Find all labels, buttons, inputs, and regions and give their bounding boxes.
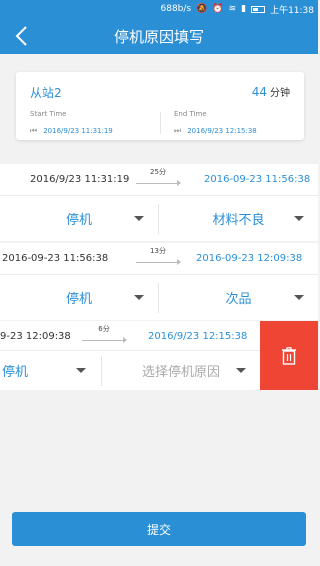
type-select[interactable]: 停机 <box>0 275 158 320</box>
record-select-row: 停机 选择停机原因 <box>0 351 260 390</box>
clock: 上午11:38 <box>270 5 314 16</box>
reason-select-value: 材料不良 <box>212 213 265 228</box>
submit-button[interactable]: 提交 <box>12 512 306 546</box>
type-select-value: 停机 <box>65 292 92 307</box>
type-select[interactable]: 停机 <box>0 196 158 241</box>
battery-icon <box>251 5 266 13</box>
page-title: 停机原因填写 <box>113 27 204 46</box>
start-time: ⏮ 2016/9/23 11:31:19 <box>30 126 113 136</box>
reason-select-value: 次品 <box>225 292 252 307</box>
divider <box>160 112 161 134</box>
station-name: 从站2 <box>30 86 62 100</box>
record-time-row: 2016-09-23 11:56:38 13分 2016-09-23 12:09… <box>0 243 318 275</box>
end-time-label: End Time <box>174 110 207 118</box>
record-end-time: 2016-09-23 12:09:38 <box>196 253 303 264</box>
summary-card: 从站2 44 分钟 Start Time End Time ⏮ 2016/9/23 … <box>16 72 304 140</box>
type-select-value: 停机 <box>65 213 92 228</box>
total-duration: 44 分钟 <box>252 84 290 99</box>
reason-select[interactable]: 材料不良 <box>159 196 318 241</box>
caret-down-icon <box>76 368 86 373</box>
record-gap: 13分 <box>136 246 181 265</box>
arrow-right-icon <box>82 335 127 343</box>
title-bar: 停机原因填写 <box>0 18 318 54</box>
wifi-icon: ≋ <box>228 3 237 14</box>
signal-icon: ▮ <box>241 3 247 14</box>
status-bar: 688b/s 🔕 ⏰ ≋ ▮ 上午11:38 <box>0 0 318 18</box>
end-time: ⏭ 2016/9/23 12:15:38 <box>174 126 257 136</box>
start-time-value: 2016/9/23 11:31:19 <box>43 127 113 135</box>
skip-start-icon: ⏮ <box>30 126 38 135</box>
delete-button[interactable] <box>260 321 318 390</box>
downtime-record: 2016-09-23 11:56:38 13分 2016-09-23 12:09… <box>0 243 318 320</box>
caret-down-icon <box>134 216 144 221</box>
record-gap: 25分 <box>136 167 181 186</box>
skip-end-icon: ⏭ <box>174 126 182 135</box>
record-start-time: 9-23 12:09:38 <box>0 331 71 342</box>
record-gap-label: 6分 <box>98 325 110 333</box>
record-time-row: 2016/9/23 11:31:19 25分 2016-09-23 11:56:… <box>0 164 318 196</box>
arrow-right-icon <box>136 178 181 186</box>
alarm-icon: ⏰ <box>212 3 224 14</box>
downtime-record: 2016/9/23 11:31:19 25分 2016-09-23 11:56:… <box>0 164 318 241</box>
caret-down-icon <box>236 368 246 373</box>
record-gap-label: 25分 <box>150 168 166 176</box>
reason-select[interactable]: 选择停机原因 <box>102 351 260 390</box>
type-select[interactable]: 停机 <box>0 351 100 390</box>
start-time-label: Start Time <box>30 110 67 118</box>
caret-down-icon <box>294 216 304 221</box>
reason-select[interactable]: 次品 <box>159 275 318 320</box>
record-end-time: 2016/9/23 12:15:38 <box>148 331 248 342</box>
caret-down-icon <box>134 295 144 300</box>
record-select-row: 停机 次品 <box>0 275 318 320</box>
downtime-record: 9-23 12:09:38 6分 2016/9/23 12:15:38 停机 选… <box>0 321 260 390</box>
caret-down-icon <box>294 295 304 300</box>
record-start-time: 2016-09-23 11:56:38 <box>2 253 109 264</box>
record-select-row: 停机 材料不良 <box>0 196 318 241</box>
duration-unit: 分钟 <box>270 88 290 99</box>
record-start-time: 2016/9/23 11:31:19 <box>30 174 130 185</box>
reason-select-placeholder: 选择停机原因 <box>141 365 220 380</box>
end-time-value: 2016/9/23 12:15:38 <box>187 127 257 135</box>
record-time-row: 9-23 12:09:38 6分 2016/9/23 12:15:38 <box>0 321 260 351</box>
network-speed: 688b/s <box>160 4 192 14</box>
back-button[interactable] <box>8 22 34 50</box>
mute-icon: 🔕 <box>196 3 208 14</box>
type-select-value: 停机 <box>2 365 29 380</box>
record-gap: 6分 <box>82 324 127 343</box>
chevron-left-icon <box>15 26 27 46</box>
arrow-right-icon <box>136 257 181 265</box>
record-end-time: 2016-09-23 11:56:38 <box>204 174 311 185</box>
duration-value: 44 <box>251 85 267 99</box>
trash-icon <box>282 346 296 365</box>
record-gap-label: 13分 <box>150 247 166 255</box>
